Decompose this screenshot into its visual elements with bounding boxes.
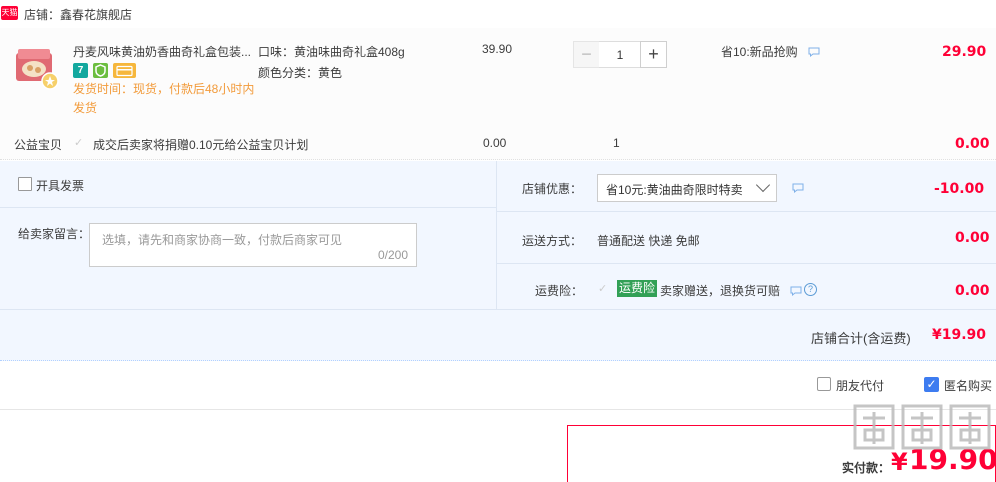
shipping-time: 发货时间：现货，付款后48小时内发货 <box>73 82 255 115</box>
promotion-label: 省10:新品抢购 <box>721 45 798 59</box>
shop-name-link[interactable]: 店铺：鑫春花旗舰店 <box>24 6 132 23</box>
insurance-tag: 运费险 <box>617 280 658 297</box>
message-char-counter: 0/200 <box>377 248 408 262</box>
order-options: 开具发票 给卖家留言： 选填，请先和商家协商一致，付款后商家可见 0/200 店… <box>0 161 996 361</box>
discount-amount: -10.00 <box>934 181 985 197</box>
tmall-logo-icon: 天猫 <box>1 6 18 20</box>
shop-discount-label: 店铺优惠： <box>522 182 583 196</box>
divider <box>497 263 996 264</box>
divider <box>0 309 996 310</box>
insurance-check-icon: ✓ <box>598 283 608 295</box>
seller-message-label: 给卖家留言： <box>18 227 91 241</box>
watermark-logo <box>853 404 991 450</box>
product-title-link[interactable]: 丹麦风味黄油奶香曲奇礼盒包装... <box>73 43 258 60</box>
seller-message-input[interactable]: 选填，请先和商家协商一致，付款后商家可见 0/200 <box>89 223 417 267</box>
charity-description: 成交后卖家将捐赠0.10元给公益宝贝计划 <box>93 138 309 152</box>
credit-card-badge-icon[interactable] <box>113 63 136 78</box>
charity-price: 0.00 <box>483 136 507 150</box>
charity-label: 公益宝贝 <box>14 138 63 152</box>
seven-day-return-badge[interactable]: 7 <box>73 63 88 78</box>
shipping-insurance-label: 运费险： <box>535 284 584 298</box>
quantity-plus-button[interactable]: + <box>640 41 667 68</box>
shop-discount-select[interactable]: 省10元:黄油曲奇限时特卖 <box>597 174 777 202</box>
delivery-fee: 0.00 <box>955 230 990 246</box>
discount-selected-value: 省10元:黄油曲奇限时特卖 <box>606 183 743 197</box>
divider <box>496 161 497 309</box>
help-icon[interactable]: ? <box>804 283 817 296</box>
friend-pay-checkbox[interactable] <box>817 377 831 391</box>
divider <box>497 211 996 212</box>
chat-icon[interactable] <box>792 183 804 193</box>
shield-badge-icon[interactable] <box>93 63 108 78</box>
unit-price: 39.90 <box>482 42 513 56</box>
friend-pay-label[interactable]: 朋友代付 <box>836 377 884 394</box>
shop-total-label: 店铺合计(含运费) <box>811 331 911 346</box>
message-placeholder: 选填，请先和商家协商一致，付款后商家可见 <box>102 233 343 247</box>
invoice-checkbox[interactable] <box>18 177 32 191</box>
anonymous-checkbox[interactable]: ✓ <box>924 377 939 392</box>
spec-flavor: 口味：黄油味曲奇礼盒408g <box>258 45 405 59</box>
order-item: 丹麦风味黄油奶香曲奇礼盒包装... 7 发货时间：现货，付款后48小时内发货 口… <box>0 28 996 160</box>
chevron-down-icon <box>755 177 771 193</box>
chat-icon[interactable] <box>790 286 802 296</box>
charity-check-icon: ✓ <box>74 137 84 149</box>
charity-subtotal: 0.00 <box>955 136 990 152</box>
shop-header: 天猫 店铺：鑫春花旗舰店 <box>0 0 996 28</box>
shop-total-value: ¥19.90 <box>932 327 987 343</box>
divider <box>0 207 496 208</box>
quantity-minus-button[interactable]: − <box>573 41 600 68</box>
quantity-input[interactable]: 1 <box>599 41 641 68</box>
insurance-fee: 0.00 <box>955 283 990 299</box>
divider <box>0 409 996 410</box>
insurance-description: 卖家赠送，退换货可赔 <box>660 284 781 298</box>
spec-color: 颜色分类：黄色 <box>258 66 343 80</box>
delivery-method-label: 运送方式： <box>522 234 583 248</box>
chat-icon[interactable] <box>808 47 820 57</box>
anonymous-label[interactable]: 匿名购买 <box>944 377 992 394</box>
item-subtotal: 29.90 <box>942 44 987 60</box>
charity-quantity: 1 <box>613 136 620 150</box>
delivery-method-value: 普通配送 快递 免邮 <box>597 234 700 248</box>
invoice-label[interactable]: 开具发票 <box>36 177 84 194</box>
product-thumbnail[interactable] <box>12 43 60 91</box>
